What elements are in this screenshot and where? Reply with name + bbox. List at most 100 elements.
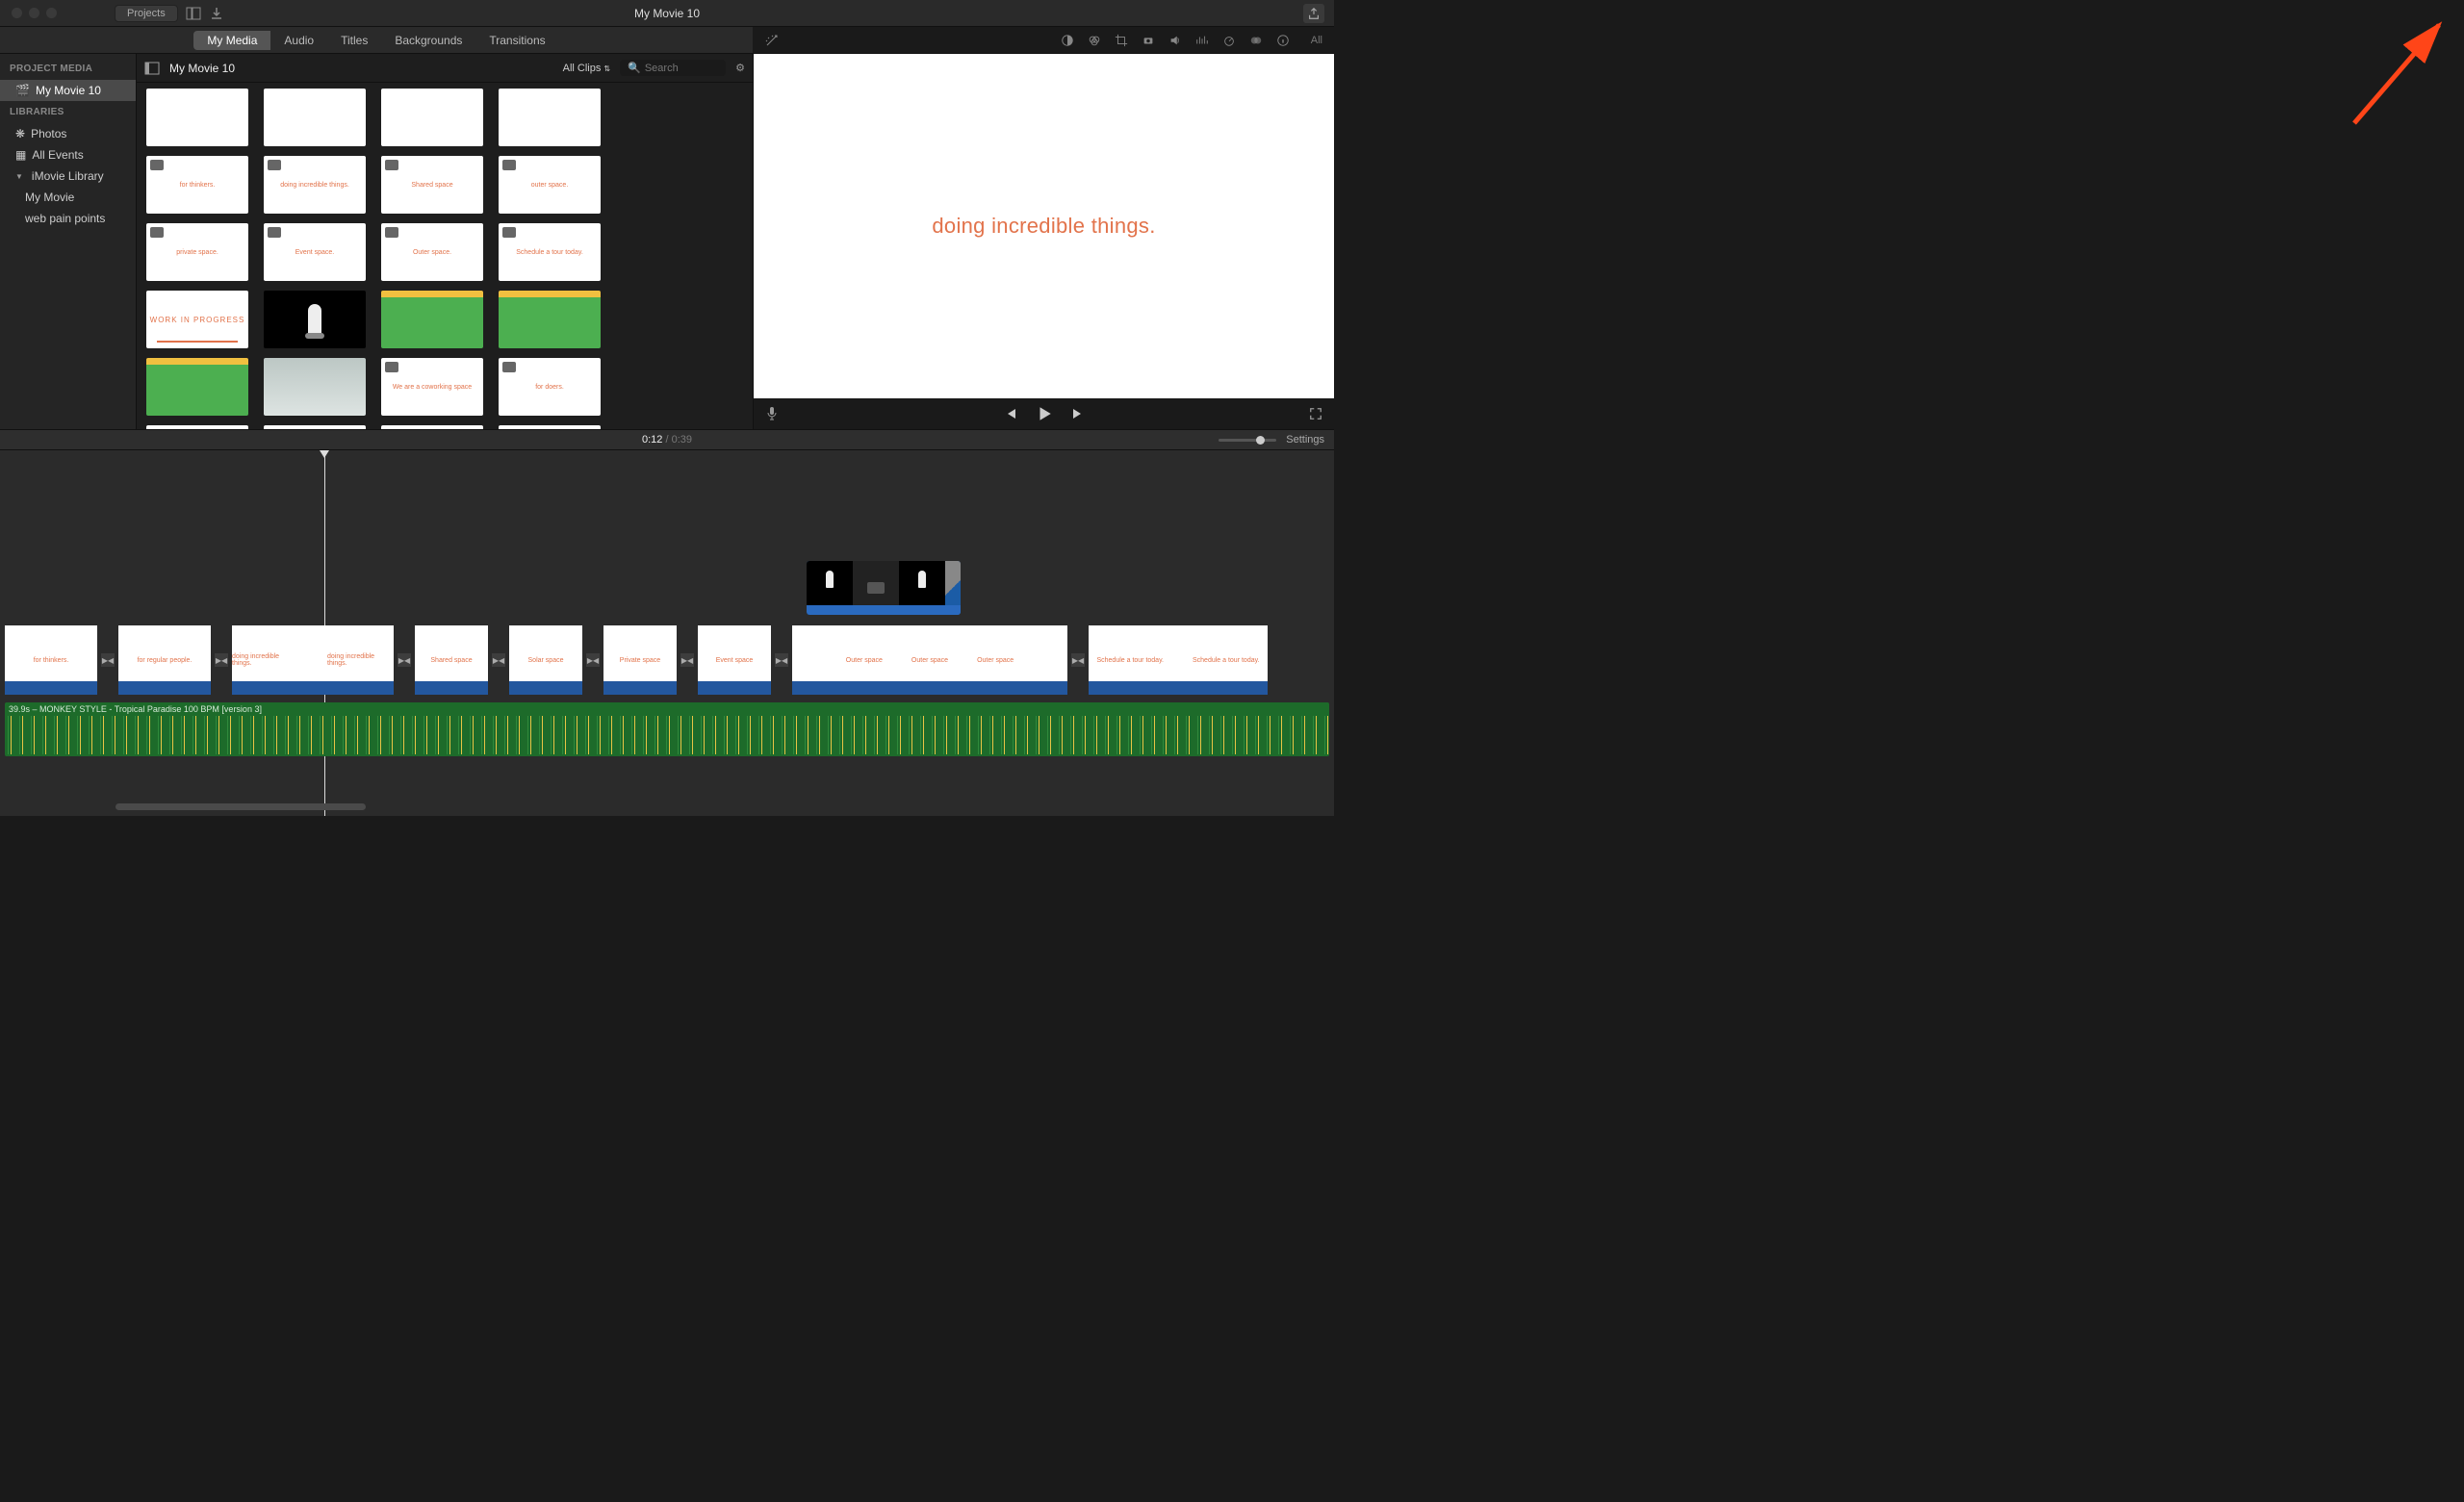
sidebar-event-my-movie[interactable]: My Movie [0, 187, 136, 208]
audio-track[interactable]: 39.9s – MONKEY STYLE - Tropical Paradise… [5, 702, 1329, 756]
view-layout-icon[interactable] [186, 6, 201, 21]
info-icon[interactable] [1276, 34, 1290, 47]
color-balance-icon[interactable] [1061, 34, 1074, 47]
clip-thumb[interactable] [146, 358, 248, 416]
horizontal-scrollbar[interactable] [116, 803, 366, 810]
transition[interactable]: ▶◀ [1068, 625, 1088, 695]
clip-thumb[interactable]: Outer space. [381, 223, 483, 281]
minimize-window[interactable] [29, 8, 39, 18]
clip-grid[interactable]: for thinkers. doing incredible things. S… [137, 83, 753, 429]
clip-label: WORK IN PROGRESS [150, 316, 245, 324]
viewer-all-label: All [1311, 35, 1322, 46]
fullscreen-icon[interactable] [1309, 407, 1322, 420]
clip-thumb[interactable]: Shared space [381, 156, 483, 214]
sidebar-photos[interactable]: ❋ Photos [0, 123, 136, 144]
transition[interactable]: ▶◀ [395, 625, 414, 695]
sidebar-event-web-pain[interactable]: web pain points [0, 208, 136, 229]
camera-icon [385, 362, 398, 372]
sidebar-all-events-label: All Events [32, 148, 83, 162]
tab-backgrounds[interactable]: Backgrounds [381, 31, 475, 50]
close-window[interactable] [12, 8, 22, 18]
play-button[interactable] [1036, 405, 1053, 422]
viewer-toolbar: All [753, 27, 1334, 54]
clips-filter-dropdown[interactable]: All Clips ⇅ [563, 63, 611, 74]
sidebar-project[interactable]: 🎬 My Movie 10 [0, 80, 136, 101]
clip-thumb[interactable]: for doers. [499, 358, 601, 416]
zoom-window[interactable] [46, 8, 57, 18]
import-icon[interactable] [209, 6, 224, 21]
clip-thumb[interactable] [146, 89, 248, 146]
clip-thumb[interactable] [381, 89, 483, 146]
stabilization-icon[interactable] [1142, 34, 1155, 47]
audio-clip-label: 39.9s – MONKEY STYLE - Tropical Paradise… [9, 704, 262, 714]
clip-thumb[interactable]: Event space. [264, 223, 366, 281]
prev-button[interactable] [1003, 406, 1018, 421]
clip-thumb[interactable]: WORK IN PROGRESS [146, 291, 248, 348]
enhance-wand-icon[interactable] [764, 33, 780, 48]
annotation-arrow [2335, 17, 2451, 133]
timeline-clip[interactable]: Outer spaceOuter spaceOuter space [792, 625, 1067, 695]
titlebar: Projects My Movie 10 [0, 0, 1334, 27]
tab-transitions[interactable]: Transitions [475, 31, 558, 50]
zoom-slider[interactable] [1219, 439, 1276, 442]
crop-icon[interactable] [1115, 34, 1128, 47]
transition[interactable]: ▶◀ [772, 625, 791, 695]
current-time: 0:12 [642, 434, 662, 446]
timeline-clip[interactable]: doing incredible things.doing incredible… [232, 625, 394, 695]
sidebar-toggle-icon[interactable] [144, 62, 160, 75]
clip-thumb[interactable]: doing incredible things. [264, 156, 366, 214]
timeline-clip[interactable]: Event space [698, 625, 771, 695]
timeline-clip[interactable]: Schedule a tour today.Schedule a tour to… [1089, 625, 1268, 695]
clip-thumb[interactable]: Schedule a tour today. [499, 223, 601, 281]
browser-settings-icon[interactable]: ⚙ [735, 62, 745, 74]
sidebar-all-events[interactable]: ▦ All Events [0, 144, 136, 165]
transition[interactable]: ▶◀ [212, 625, 231, 695]
timeline-clip[interactable]: Shared space [415, 625, 488, 695]
project-media-header: PROJECT MEDIA [0, 58, 136, 80]
transition[interactable]: ▶◀ [678, 625, 697, 695]
tab-my-media[interactable]: My Media [193, 31, 270, 50]
transition[interactable]: ▶◀ [583, 625, 603, 695]
clip-label: for thinkers. [180, 182, 216, 189]
clip-thumb[interactable]: outer space. [499, 156, 601, 214]
viewer-canvas[interactable]: doing incredible things. [754, 54, 1334, 398]
timeline-clip[interactable]: Private space [603, 625, 677, 695]
tab-audio[interactable]: Audio [270, 31, 327, 50]
clip-label: Outer space. [413, 249, 451, 256]
clip-thumb[interactable] [381, 291, 483, 348]
transition[interactable]: ▶◀ [98, 625, 117, 695]
clip-thumb[interactable]: for thinkers. [146, 156, 248, 214]
share-button[interactable] [1303, 4, 1324, 23]
timeline-settings-button[interactable]: Settings [1286, 434, 1324, 446]
clip-thumb[interactable]: We are a coworking space [381, 358, 483, 416]
libraries-header: LIBRARIES [0, 101, 136, 123]
timeline[interactable]: for thinkers.▶◀for regular people.▶◀doin… [0, 450, 1334, 816]
speed-icon[interactable] [1222, 34, 1236, 47]
search-input-wrap[interactable]: 🔍 [620, 60, 726, 76]
clip-thumb[interactable] [264, 291, 366, 348]
clip-thumb[interactable] [264, 358, 366, 416]
clip-thumb[interactable] [499, 89, 601, 146]
overlay-clip[interactable] [807, 561, 961, 615]
voiceover-icon[interactable] [765, 406, 779, 421]
camera-icon [268, 160, 281, 170]
timeline-clip[interactable]: Solar space [509, 625, 582, 695]
next-button[interactable] [1070, 406, 1086, 421]
projects-button[interactable]: Projects [115, 5, 178, 22]
playback-controls [754, 398, 1334, 429]
clip-filter-icon[interactable] [1249, 34, 1263, 47]
volume-icon[interactable] [1168, 34, 1182, 47]
transition[interactable]: ▶◀ [489, 625, 508, 695]
clip-thumb[interactable] [264, 89, 366, 146]
timeline-clip[interactable]: for regular people. [118, 625, 211, 695]
video-track[interactable]: for thinkers.▶◀for regular people.▶◀doin… [5, 625, 1329, 695]
search-input[interactable] [645, 63, 722, 74]
timeline-clip[interactable]: for thinkers. [5, 625, 97, 695]
noise-reduction-icon[interactable] [1195, 34, 1209, 47]
tab-titles[interactable]: Titles [327, 31, 381, 50]
clip-thumb[interactable]: private space. [146, 223, 248, 281]
sidebar-imovie-library[interactable]: iMovie Library [0, 165, 136, 187]
clip-thumb[interactable] [499, 291, 601, 348]
color-correction-icon[interactable] [1088, 34, 1101, 47]
flower-icon: ❋ [15, 127, 25, 140]
